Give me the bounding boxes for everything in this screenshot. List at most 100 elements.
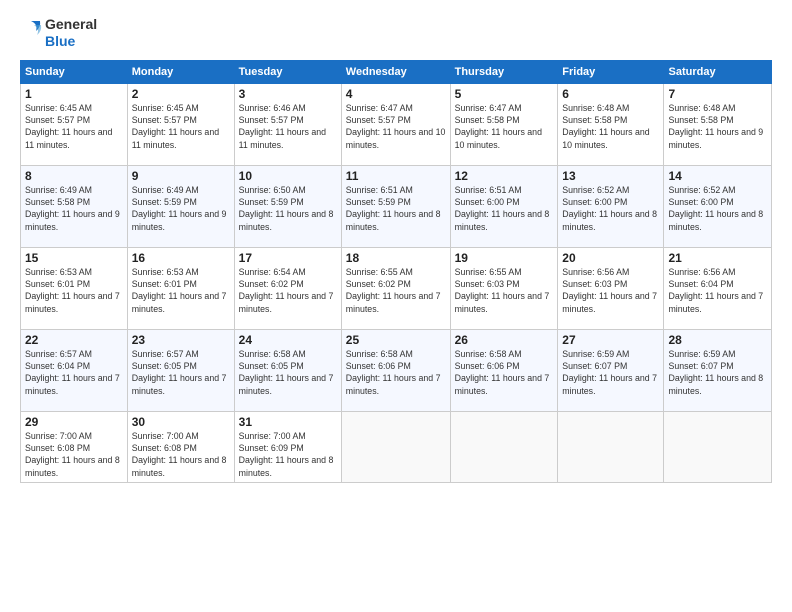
weekday-header-cell: Tuesday xyxy=(234,60,341,83)
day-number: 12 xyxy=(455,169,554,183)
calendar-week-row: 15Sunrise: 6:53 AM Sunset: 6:01 PM Dayli… xyxy=(21,247,772,329)
logo: General Blue xyxy=(20,16,97,50)
calendar-day-cell: 6Sunrise: 6:48 AM Sunset: 5:58 PM Daylig… xyxy=(558,83,664,165)
day-number: 17 xyxy=(239,251,337,265)
day-number: 22 xyxy=(25,333,123,347)
day-number: 10 xyxy=(239,169,337,183)
day-info: Sunrise: 6:59 AM Sunset: 6:07 PM Dayligh… xyxy=(668,348,767,397)
logo-svg xyxy=(20,19,42,47)
day-number: 29 xyxy=(25,415,123,429)
day-number: 8 xyxy=(25,169,123,183)
weekday-header-row: SundayMondayTuesdayWednesdayThursdayFrid… xyxy=(21,60,772,83)
day-info: Sunrise: 6:45 AM Sunset: 5:57 PM Dayligh… xyxy=(25,102,123,151)
calendar-day-cell: 29Sunrise: 7:00 AM Sunset: 6:08 PM Dayli… xyxy=(21,411,128,482)
day-info: Sunrise: 6:46 AM Sunset: 5:57 PM Dayligh… xyxy=(239,102,337,151)
day-info: Sunrise: 6:55 AM Sunset: 6:03 PM Dayligh… xyxy=(455,266,554,315)
calendar-day-cell: 27Sunrise: 6:59 AM Sunset: 6:07 PM Dayli… xyxy=(558,329,664,411)
calendar-day-cell: 4Sunrise: 6:47 AM Sunset: 5:57 PM Daylig… xyxy=(341,83,450,165)
calendar-day-cell: 1Sunrise: 6:45 AM Sunset: 5:57 PM Daylig… xyxy=(21,83,128,165)
day-number: 26 xyxy=(455,333,554,347)
day-info: Sunrise: 6:52 AM Sunset: 6:00 PM Dayligh… xyxy=(562,184,659,233)
calendar-day-cell: 18Sunrise: 6:55 AM Sunset: 6:02 PM Dayli… xyxy=(341,247,450,329)
day-number: 21 xyxy=(668,251,767,265)
calendar-day-cell: 25Sunrise: 6:58 AM Sunset: 6:06 PM Dayli… xyxy=(341,329,450,411)
calendar-day-cell: 24Sunrise: 6:58 AM Sunset: 6:05 PM Dayli… xyxy=(234,329,341,411)
calendar-day-cell: 28Sunrise: 6:59 AM Sunset: 6:07 PM Dayli… xyxy=(664,329,772,411)
calendar-day-cell: 17Sunrise: 6:54 AM Sunset: 6:02 PM Dayli… xyxy=(234,247,341,329)
calendar-week-row: 8Sunrise: 6:49 AM Sunset: 5:58 PM Daylig… xyxy=(21,165,772,247)
calendar-day-cell: 5Sunrise: 6:47 AM Sunset: 5:58 PM Daylig… xyxy=(450,83,558,165)
calendar-day-cell: 21Sunrise: 6:56 AM Sunset: 6:04 PM Dayli… xyxy=(664,247,772,329)
day-number: 7 xyxy=(668,87,767,101)
day-number: 1 xyxy=(25,87,123,101)
day-info: Sunrise: 7:00 AM Sunset: 6:08 PM Dayligh… xyxy=(132,430,230,479)
weekday-header-cell: Sunday xyxy=(21,60,128,83)
day-info: Sunrise: 6:59 AM Sunset: 6:07 PM Dayligh… xyxy=(562,348,659,397)
day-number: 19 xyxy=(455,251,554,265)
logo-general-text: General xyxy=(45,16,97,33)
header: General Blue xyxy=(20,16,772,50)
calendar-day-cell: 20Sunrise: 6:56 AM Sunset: 6:03 PM Dayli… xyxy=(558,247,664,329)
weekday-header-cell: Thursday xyxy=(450,60,558,83)
day-number: 18 xyxy=(346,251,446,265)
calendar-day-cell: 13Sunrise: 6:52 AM Sunset: 6:00 PM Dayli… xyxy=(558,165,664,247)
calendar-day-cell xyxy=(664,411,772,482)
calendar-day-cell: 22Sunrise: 6:57 AM Sunset: 6:04 PM Dayli… xyxy=(21,329,128,411)
day-number: 15 xyxy=(25,251,123,265)
day-info: Sunrise: 6:57 AM Sunset: 6:05 PM Dayligh… xyxy=(132,348,230,397)
day-info: Sunrise: 6:47 AM Sunset: 5:57 PM Dayligh… xyxy=(346,102,446,151)
calendar-day-cell: 2Sunrise: 6:45 AM Sunset: 5:57 PM Daylig… xyxy=(127,83,234,165)
day-number: 2 xyxy=(132,87,230,101)
calendar-day-cell: 8Sunrise: 6:49 AM Sunset: 5:58 PM Daylig… xyxy=(21,165,128,247)
calendar-day-cell: 7Sunrise: 6:48 AM Sunset: 5:58 PM Daylig… xyxy=(664,83,772,165)
day-info: Sunrise: 6:58 AM Sunset: 6:06 PM Dayligh… xyxy=(346,348,446,397)
calendar-day-cell: 15Sunrise: 6:53 AM Sunset: 6:01 PM Dayli… xyxy=(21,247,128,329)
calendar-day-cell: 19Sunrise: 6:55 AM Sunset: 6:03 PM Dayli… xyxy=(450,247,558,329)
day-info: Sunrise: 6:48 AM Sunset: 5:58 PM Dayligh… xyxy=(668,102,767,151)
day-info: Sunrise: 6:50 AM Sunset: 5:59 PM Dayligh… xyxy=(239,184,337,233)
calendar-day-cell: 16Sunrise: 6:53 AM Sunset: 6:01 PM Dayli… xyxy=(127,247,234,329)
calendar-day-cell xyxy=(450,411,558,482)
calendar-week-row: 22Sunrise: 6:57 AM Sunset: 6:04 PM Dayli… xyxy=(21,329,772,411)
calendar-week-row: 29Sunrise: 7:00 AM Sunset: 6:08 PM Dayli… xyxy=(21,411,772,482)
day-number: 28 xyxy=(668,333,767,347)
day-number: 13 xyxy=(562,169,659,183)
weekday-header-cell: Monday xyxy=(127,60,234,83)
day-number: 4 xyxy=(346,87,446,101)
calendar-day-cell: 11Sunrise: 6:51 AM Sunset: 5:59 PM Dayli… xyxy=(341,165,450,247)
calendar-day-cell: 23Sunrise: 6:57 AM Sunset: 6:05 PM Dayli… xyxy=(127,329,234,411)
day-number: 9 xyxy=(132,169,230,183)
day-info: Sunrise: 6:57 AM Sunset: 6:04 PM Dayligh… xyxy=(25,348,123,397)
day-info: Sunrise: 6:58 AM Sunset: 6:05 PM Dayligh… xyxy=(239,348,337,397)
day-info: Sunrise: 7:00 AM Sunset: 6:08 PM Dayligh… xyxy=(25,430,123,479)
calendar-day-cell: 3Sunrise: 6:46 AM Sunset: 5:57 PM Daylig… xyxy=(234,83,341,165)
calendar-day-cell xyxy=(558,411,664,482)
calendar-day-cell: 9Sunrise: 6:49 AM Sunset: 5:59 PM Daylig… xyxy=(127,165,234,247)
day-info: Sunrise: 6:53 AM Sunset: 6:01 PM Dayligh… xyxy=(132,266,230,315)
calendar-body: 1Sunrise: 6:45 AM Sunset: 5:57 PM Daylig… xyxy=(21,83,772,482)
day-info: Sunrise: 6:54 AM Sunset: 6:02 PM Dayligh… xyxy=(239,266,337,315)
calendar-day-cell: 26Sunrise: 6:58 AM Sunset: 6:06 PM Dayli… xyxy=(450,329,558,411)
day-number: 25 xyxy=(346,333,446,347)
page: General Blue SundayMondayTuesdayWednesda… xyxy=(0,0,792,612)
day-number: 30 xyxy=(132,415,230,429)
day-info: Sunrise: 6:58 AM Sunset: 6:06 PM Dayligh… xyxy=(455,348,554,397)
calendar-day-cell: 31Sunrise: 7:00 AM Sunset: 6:09 PM Dayli… xyxy=(234,411,341,482)
weekday-header-cell: Saturday xyxy=(664,60,772,83)
day-info: Sunrise: 6:45 AM Sunset: 5:57 PM Dayligh… xyxy=(132,102,230,151)
day-number: 31 xyxy=(239,415,337,429)
day-info: Sunrise: 6:49 AM Sunset: 5:59 PM Dayligh… xyxy=(132,184,230,233)
weekday-header-cell: Friday xyxy=(558,60,664,83)
day-info: Sunrise: 6:53 AM Sunset: 6:01 PM Dayligh… xyxy=(25,266,123,315)
day-number: 23 xyxy=(132,333,230,347)
weekday-header-cell: Wednesday xyxy=(341,60,450,83)
day-number: 14 xyxy=(668,169,767,183)
day-info: Sunrise: 6:55 AM Sunset: 6:02 PM Dayligh… xyxy=(346,266,446,315)
day-number: 27 xyxy=(562,333,659,347)
day-info: Sunrise: 6:51 AM Sunset: 5:59 PM Dayligh… xyxy=(346,184,446,233)
day-info: Sunrise: 6:48 AM Sunset: 5:58 PM Dayligh… xyxy=(562,102,659,151)
calendar-day-cell: 30Sunrise: 7:00 AM Sunset: 6:08 PM Dayli… xyxy=(127,411,234,482)
day-number: 5 xyxy=(455,87,554,101)
calendar-day-cell: 14Sunrise: 6:52 AM Sunset: 6:00 PM Dayli… xyxy=(664,165,772,247)
logo-blue-text: Blue xyxy=(45,33,97,50)
